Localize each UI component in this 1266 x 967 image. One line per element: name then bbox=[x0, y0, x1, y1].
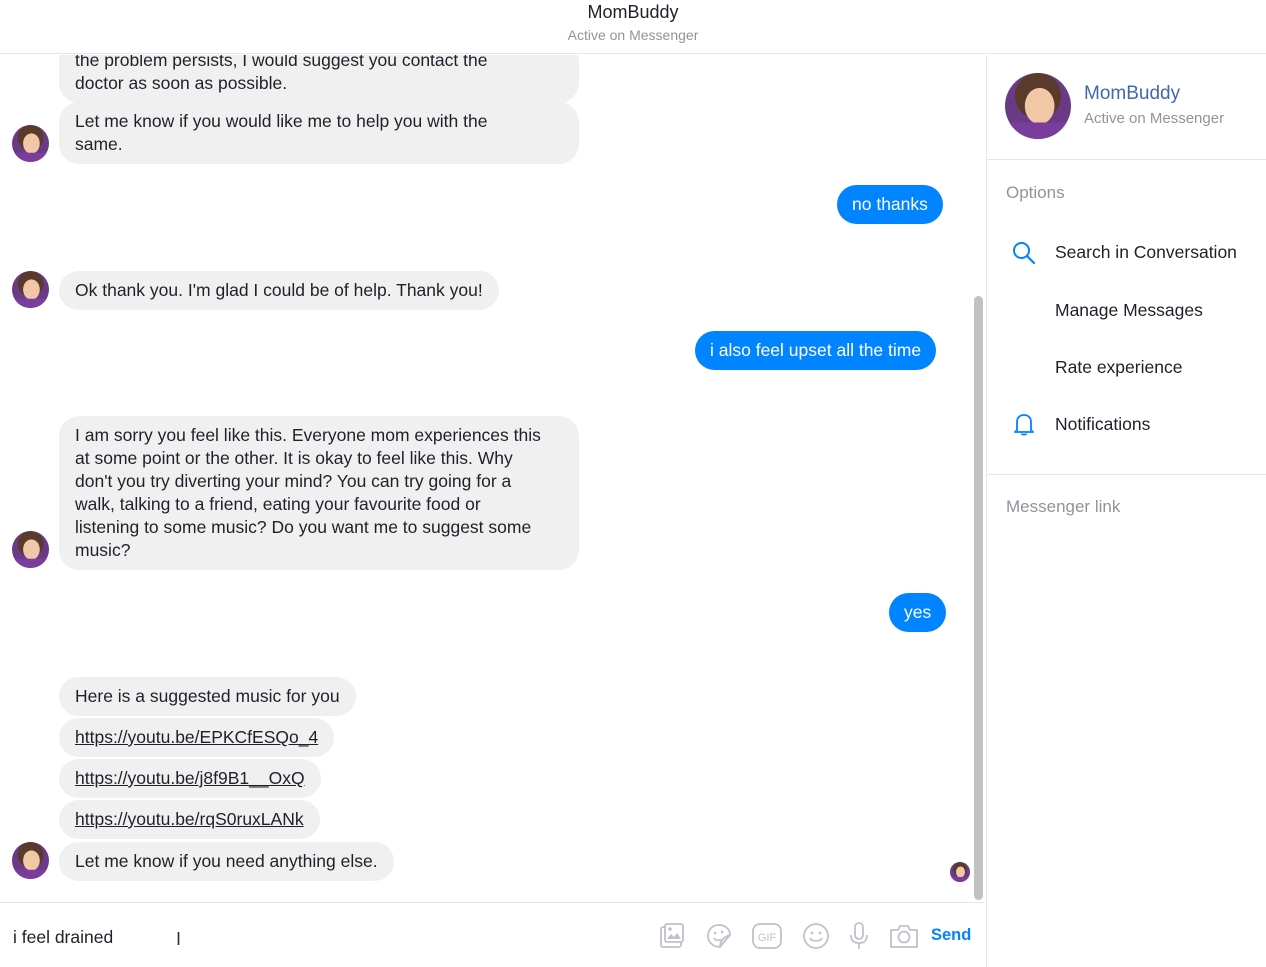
sticker-icon[interactable] bbox=[703, 920, 735, 952]
option-rate-experience[interactable]: Rate experience bbox=[1055, 357, 1182, 378]
camera-icon[interactable] bbox=[888, 920, 920, 952]
svg-text:GIF: GIF bbox=[758, 932, 777, 944]
header-subtitle: Active on Messenger bbox=[567, 27, 699, 43]
music-link-1[interactable]: https://youtu.be/EPKCfESQo_4 bbox=[59, 718, 335, 757]
option-search-in-conversation[interactable]: Search in Conversation bbox=[1055, 242, 1237, 263]
message-bot-1: the problem persists, I would suggest yo… bbox=[59, 55, 579, 103]
bot-avatar[interactable] bbox=[12, 842, 49, 879]
conversation-details-panel: MomBuddy Active on Messenger Options Sea… bbox=[986, 55, 1266, 967]
music-link-3[interactable]: https://youtu.be/rqS0ruxLANk bbox=[59, 800, 320, 839]
search-icon[interactable] bbox=[1011, 240, 1037, 266]
message-bot-3: Ok thank you. I'm glad I could be of hel… bbox=[59, 271, 499, 310]
seen-receipt-avatar bbox=[950, 862, 970, 882]
messenger-link-title[interactable]: Messenger link bbox=[1006, 497, 1120, 517]
message-bot-6: Let me know if you need anything else. bbox=[59, 842, 394, 881]
bot-avatar[interactable] bbox=[12, 271, 49, 308]
header-title: MomBuddy bbox=[587, 2, 679, 22]
gif-icon[interactable]: GIF bbox=[751, 920, 783, 952]
option-manage-messages[interactable]: Manage Messages bbox=[1055, 300, 1203, 321]
bot-avatar[interactable] bbox=[12, 531, 49, 568]
emoji-icon[interactable] bbox=[800, 920, 832, 952]
bot-avatar[interactable] bbox=[12, 125, 49, 162]
divider bbox=[987, 474, 1266, 475]
send-button[interactable]: Send bbox=[931, 926, 971, 945]
message-user-upset: i also feel upset all the time bbox=[695, 331, 937, 370]
bell-icon[interactable] bbox=[1011, 411, 1037, 437]
message-composer: i feel drained I GIF Send bbox=[0, 902, 985, 967]
message-user-no-thanks: no thanks bbox=[837, 185, 943, 224]
message-input[interactable]: i feel drained bbox=[13, 927, 113, 948]
message-list: the problem persists, I would suggest yo… bbox=[0, 55, 985, 902]
message-bot-4: I am sorry you feel like this. Everyone … bbox=[59, 416, 579, 570]
divider bbox=[987, 159, 1266, 160]
profile-status: Active on Messenger bbox=[1084, 110, 1225, 127]
message-scrollbar[interactable] bbox=[974, 296, 983, 900]
option-notifications[interactable]: Notifications bbox=[1055, 414, 1150, 435]
profile-avatar[interactable] bbox=[1005, 73, 1071, 139]
music-link-2[interactable]: https://youtu.be/j8f9B1__OxQ bbox=[59, 759, 321, 798]
conversation-header: MomBuddy Active on Messenger bbox=[0, 0, 1266, 54]
message-bot-5: Here is a suggested music for you bbox=[59, 677, 356, 716]
options-title: Options bbox=[1006, 183, 1065, 202]
profile-name[interactable]: MomBuddy bbox=[1084, 83, 1180, 105]
message-bot-2: Let me know if you would like me to help… bbox=[59, 102, 579, 164]
photo-icon[interactable] bbox=[656, 920, 688, 952]
text-cursor-icon: I bbox=[176, 929, 182, 949]
message-user-yes: yes bbox=[889, 593, 947, 632]
microphone-icon[interactable] bbox=[843, 920, 875, 952]
